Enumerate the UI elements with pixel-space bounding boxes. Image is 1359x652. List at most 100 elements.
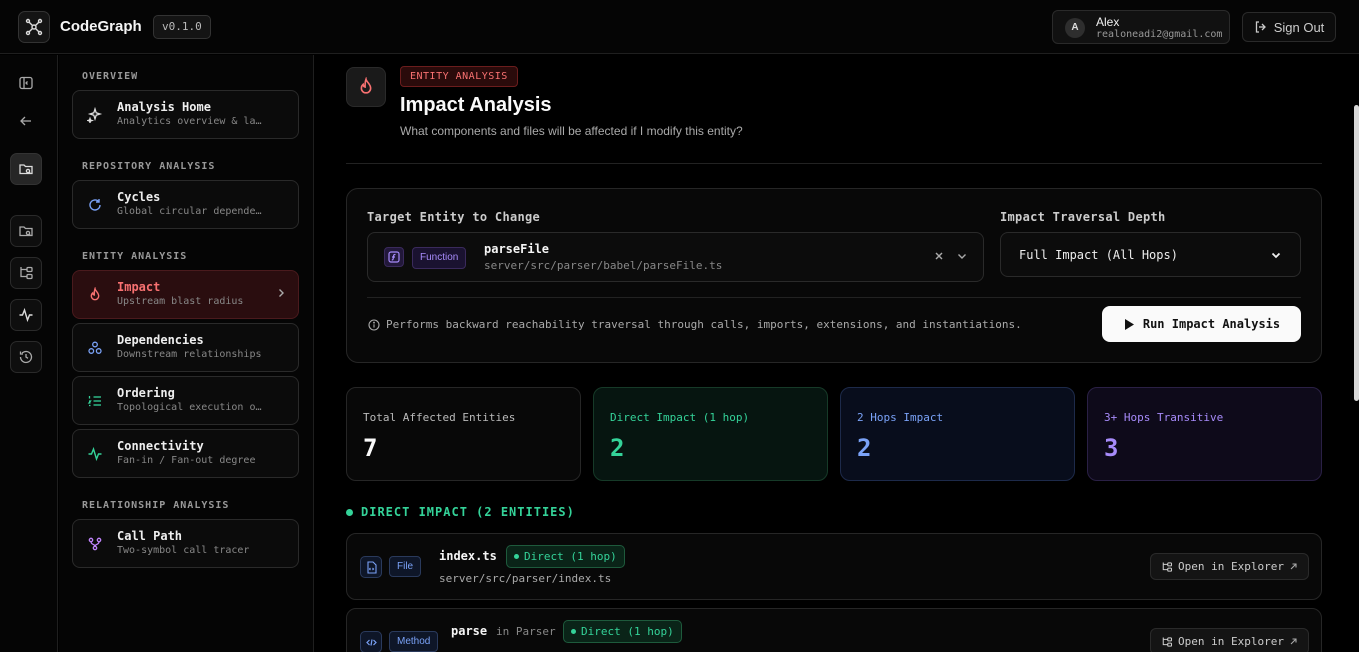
impact-row[interactable]: File index.ts Direct (1 hop) server/src/…	[346, 533, 1322, 600]
stat-transitive: 3+ Hops Transitive 3	[1087, 387, 1322, 481]
code-icon	[360, 631, 382, 652]
sidebar-item-subtitle: Downstream relationships	[117, 349, 262, 360]
target-entity-select[interactable]: Function parseFile server/src/parser/bab…	[367, 232, 984, 282]
flame-icon	[360, 77, 372, 94]
rail-analysis-button[interactable]	[10, 153, 42, 185]
folder-tree-icon	[1162, 636, 1173, 647]
status-dot	[514, 554, 519, 559]
stat-label: 3+ Hops Transitive	[1104, 411, 1224, 424]
open-label: Open in Explorer	[1178, 560, 1284, 573]
graph-logo-icon	[25, 18, 43, 36]
refresh-icon	[85, 195, 105, 215]
stat-value: 2	[857, 434, 872, 462]
sidebar-item-subtitle: Global circular depende…	[117, 206, 262, 217]
depth-label: Impact Traversal Depth	[1000, 210, 1166, 224]
section-label: DIRECT IMPACT (2 ENTITIES)	[361, 505, 575, 519]
folder-search-icon	[19, 164, 33, 175]
target-entity-label: Target Entity to Change	[367, 210, 541, 224]
top-bar: CodeGraph v0.1.0 A Alex realoneadi2@gmai…	[0, 0, 1359, 54]
entity-path: server/src/parser/index.ts	[439, 572, 612, 585]
stat-direct-impact: Direct Impact (1 hop) 2	[593, 387, 828, 481]
user-email: realoneadi2@gmail.com	[1096, 29, 1223, 40]
section-title-relationship: RELATIONSHIP ANALYSIS	[82, 500, 230, 511]
sign-out-label: Sign Out	[1273, 19, 1325, 35]
back-button[interactable]	[10, 105, 42, 137]
rail-history-button[interactable]	[10, 341, 42, 373]
activity-icon	[19, 307, 33, 323]
direct-hop-badge: Direct (1 hop)	[563, 620, 682, 643]
logo[interactable]	[18, 11, 50, 43]
direct-hop-badge: Direct (1 hop)	[506, 545, 625, 568]
sidebar-toggle-icon	[19, 76, 33, 90]
impact-row[interactable]: Method parse in Parser Direct (1 hop) Op…	[346, 608, 1322, 652]
user-profile[interactable]: A Alex realoneadi2@gmail.com	[1052, 10, 1230, 44]
info-label: Performs backward reachability traversal…	[386, 318, 1022, 331]
sidebar-item-title: Impact	[117, 280, 161, 294]
entity-path: server/src/parser/babel/parseFile.ts	[484, 259, 723, 272]
activity-icon	[85, 444, 105, 464]
page-title: Impact Analysis	[400, 94, 552, 116]
depth-value: Full Impact (All Hops)	[1019, 247, 1178, 262]
section-title-entity: ENTITY ANALYSIS	[82, 251, 188, 262]
sidebar-item-cycles[interactable]: Cycles Global circular depende…	[72, 180, 299, 229]
sidebar-item-analysis-home[interactable]: Analysis Home Analytics overview & la…	[72, 90, 299, 139]
version-badge: v0.1.0	[153, 15, 211, 39]
sidebar-item-connectivity[interactable]: Connectivity Fan-in / Fan-out degree	[72, 429, 299, 478]
sidebar-item-subtitle: Upstream blast radius	[117, 296, 244, 307]
info-text: Performs backward reachability traversal…	[368, 318, 1022, 331]
stat-label: 2 Hops Impact	[857, 411, 944, 424]
sidebar-item-subtitle: Analytics overview & la…	[117, 116, 262, 127]
sparkles-icon	[85, 105, 105, 125]
analysis-form-panel: Target Entity to Change Function parseFi…	[346, 188, 1322, 363]
run-label: Run Impact Analysis	[1142, 317, 1281, 331]
page-subtitle: What components and files will be affect…	[400, 124, 743, 138]
scrollbar[interactable]	[1354, 105, 1359, 401]
external-arrow-icon	[1290, 563, 1297, 570]
sidebar: OVERVIEW Analysis Home Analytics overvie…	[59, 55, 314, 652]
section-title-repository: REPOSITORY ANALYSIS	[82, 161, 216, 172]
open-label: Open in Explorer	[1178, 635, 1284, 648]
sidebar-item-subtitle: Fan-in / Fan-out degree	[117, 455, 256, 466]
function-icon	[384, 247, 404, 267]
folder-tree-icon	[1162, 561, 1173, 572]
sidebar-item-subtitle: Topological execution o…	[117, 402, 262, 413]
open-in-explorer-button[interactable]: Open in Explorer	[1150, 553, 1309, 580]
flame-icon	[85, 285, 105, 305]
sidebar-item-title: Analysis Home	[117, 100, 211, 114]
divider	[346, 163, 1322, 164]
rail-activity-button[interactable]	[10, 299, 42, 331]
sidebar-item-call-path[interactable]: Call Path Two-symbol call tracer	[72, 519, 299, 568]
chevron-down-icon[interactable]	[956, 250, 968, 262]
rail-repository-button[interactable]	[10, 215, 42, 247]
history-icon	[19, 350, 33, 364]
stat-total-affected: Total Affected Entities 7	[346, 387, 581, 481]
sidebar-item-impact[interactable]: Impact Upstream blast radius	[72, 270, 299, 319]
clear-icon[interactable]	[933, 250, 945, 262]
depth-select[interactable]: Full Impact (All Hops)	[1000, 232, 1301, 277]
header-icon	[346, 67, 386, 107]
entity-parent: in Parser	[496, 625, 556, 638]
sign-out-button[interactable]: Sign Out	[1242, 12, 1336, 42]
entity-analysis-badge: ENTITY ANALYSIS	[400, 66, 518, 87]
stat-value: 2	[610, 434, 625, 462]
rail-explorer-button[interactable]	[10, 257, 42, 289]
open-in-explorer-button[interactable]: Open in Explorer	[1150, 628, 1309, 652]
folder-tree-icon	[20, 266, 33, 280]
status-dot	[571, 629, 576, 634]
stat-label: Direct Impact (1 hop)	[610, 411, 750, 424]
sidebar-item-title: Call Path	[117, 529, 183, 543]
run-impact-analysis-button[interactable]: Run Impact Analysis	[1102, 306, 1301, 342]
toggle-sidebar-button[interactable]	[10, 67, 42, 99]
git-branch-icon	[85, 534, 105, 554]
list-ordered-icon	[85, 391, 105, 411]
external-arrow-icon	[1290, 638, 1297, 645]
stat-label: Total Affected Entities	[363, 411, 516, 424]
sidebar-item-title: Ordering	[117, 386, 175, 400]
entity-type-badge: Function	[412, 247, 467, 269]
chevron-right-icon	[279, 289, 284, 297]
sidebar-item-dependencies[interactable]: Dependencies Downstream relationships	[72, 323, 299, 372]
section-title-overview: OVERVIEW	[82, 71, 139, 82]
entity-name: parseFile	[484, 242, 550, 256]
sidebar-item-subtitle: Two-symbol call tracer	[117, 545, 250, 556]
sidebar-item-ordering[interactable]: Ordering Topological execution o…	[72, 376, 299, 425]
